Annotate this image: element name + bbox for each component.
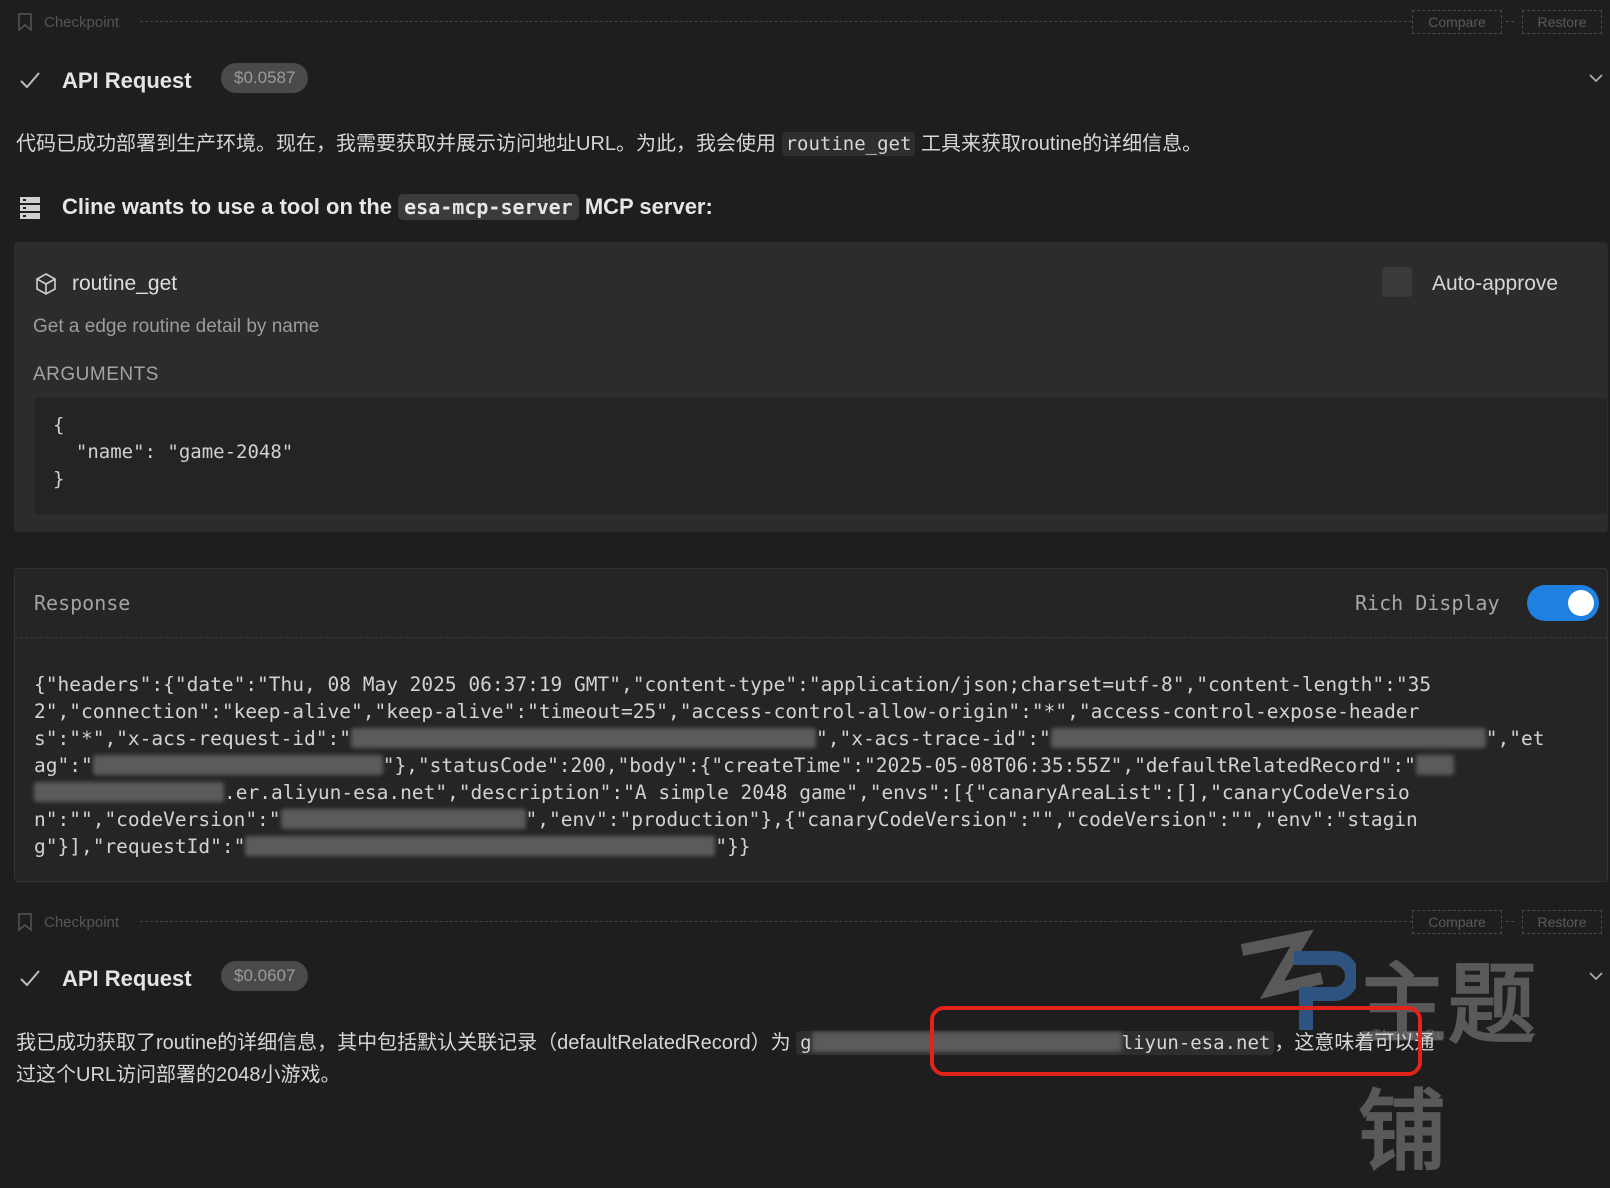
response-card: Response Rich Display {"headers":{"date"… — [14, 568, 1608, 882]
server-name: esa-mcp-server — [398, 194, 579, 220]
highlight-annotation — [930, 1006, 1422, 1076]
checkpoint-row: Checkpoint Compare Restore — [0, 908, 1610, 936]
tool-name: routine_get — [72, 272, 178, 295]
arguments-code-block: { "name": "game-2048" } — [35, 398, 1607, 514]
api-request-title: API Request — [62, 68, 192, 93]
redacted-text — [92, 755, 383, 775]
response-body: {"headers":{"date":"Thu, 08 May 2025 06:… — [34, 673, 1545, 858]
check-icon — [20, 970, 40, 987]
api-request-title: API Request — [62, 966, 192, 991]
inline-code: routine_get — [781, 132, 916, 156]
checkpoint-divider — [140, 21, 1412, 22]
rich-display-toggle[interactable] — [1527, 585, 1599, 621]
chevron-down-icon[interactable] — [1588, 72, 1604, 84]
redacted-text — [1415, 755, 1454, 775]
compare-button[interactable]: Compare — [1412, 10, 1502, 34]
redacted-text — [245, 836, 716, 856]
tool-use-header: Cline wants to use a tool on the esa-mcp… — [0, 188, 1610, 228]
redacted-text — [34, 782, 224, 802]
checkpoint-label: Checkpoint — [44, 13, 120, 31]
cost-badge: $0.0587 — [221, 63, 309, 93]
bookmark-icon — [18, 913, 32, 931]
redacted-text — [1050, 728, 1486, 748]
auto-approve-checkbox[interactable] — [1382, 267, 1412, 297]
restore-button[interactable]: Restore — [1522, 910, 1602, 934]
compare-button[interactable]: Compare — [1412, 910, 1502, 934]
rich-display-label: Rich Display — [1355, 591, 1500, 615]
bookmark-icon — [18, 13, 32, 31]
assistant-message-continued: 过这个URL访问部署的2048小游戏。 — [16, 1064, 341, 1086]
arguments-label: ARGUMENTS — [33, 364, 159, 385]
redacted-text — [280, 809, 526, 829]
cost-badge: $0.0607 — [221, 961, 309, 991]
checkpoint-row: Checkpoint Compare Restore — [0, 8, 1610, 36]
tool-card: routine_get Auto-approve Get a edge rout… — [14, 242, 1608, 532]
server-icon — [20, 197, 40, 219]
check-icon — [20, 72, 40, 89]
checkpoint-divider — [140, 921, 1412, 922]
redacted-text — [350, 728, 816, 748]
api-request-row[interactable]: API Request $0.0587 — [0, 60, 1610, 100]
assistant-message: 代码已成功部署到生产环境。现在，我需要获取并展示访问地址URL。为此，我会使用 … — [16, 132, 1203, 156]
checkpoint-label: Checkpoint — [44, 913, 120, 931]
restore-button[interactable]: Restore — [1522, 10, 1602, 34]
tool-description: Get a edge routine detail by name — [33, 316, 320, 337]
auto-approve-label[interactable]: Auto-approve — [1432, 272, 1558, 296]
response-title: Response — [34, 591, 131, 615]
cube-icon — [36, 273, 56, 295]
